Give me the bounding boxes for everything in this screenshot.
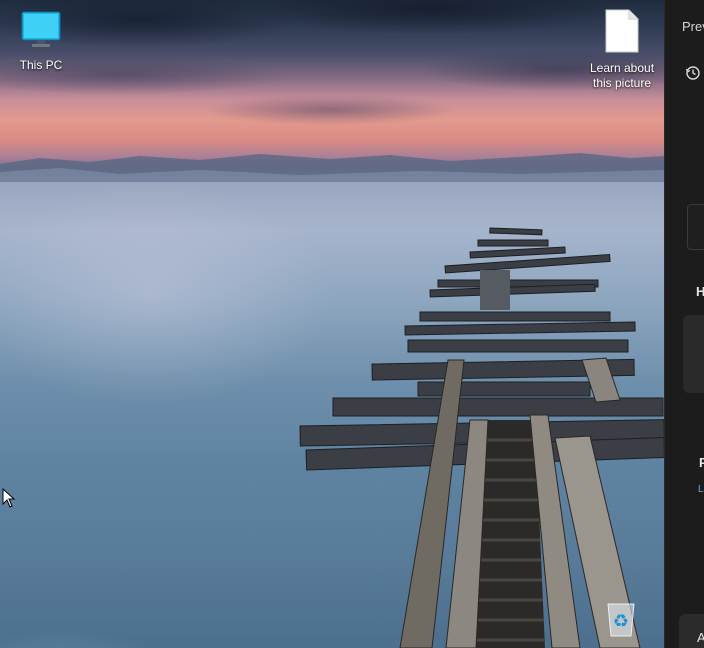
monitor-icon [1, 10, 81, 54]
this-pc-label: This PC [19, 58, 63, 72]
panel-section-heading-h: H [696, 284, 704, 299]
panel-section-heading-p: P [699, 455, 704, 470]
mouse-cursor-icon [2, 488, 16, 508]
panel-bottom-button-label: A [697, 630, 704, 645]
panel-input-box[interactable] [687, 204, 704, 250]
wallpaper-pier [299, 227, 664, 648]
panel-link[interactable]: Le [698, 484, 704, 495]
history-icon[interactable] [685, 65, 701, 81]
learn-label-line1: Learn about [589, 61, 655, 75]
desktop-icon-learn-about-picture[interactable]: Learn about this picture [582, 9, 662, 91]
document-icon [582, 9, 662, 57]
side-panel: Prev H P Le A [664, 0, 704, 648]
learn-label-line2: this picture [592, 76, 652, 90]
panel-title: Prev [682, 19, 704, 34]
desktop[interactable]: This PC Learn about this picture ♻ [0, 0, 664, 648]
svg-text:♻: ♻ [613, 611, 629, 632]
recycle-bin-icon: ♻ [607, 603, 635, 637]
desktop-icon-this-pc[interactable]: This PC [1, 10, 81, 73]
panel-bottom-button[interactable]: A [679, 614, 704, 648]
panel-card[interactable] [683, 315, 704, 393]
desktop-icon-recycle-bin[interactable]: ♻ [603, 598, 639, 638]
